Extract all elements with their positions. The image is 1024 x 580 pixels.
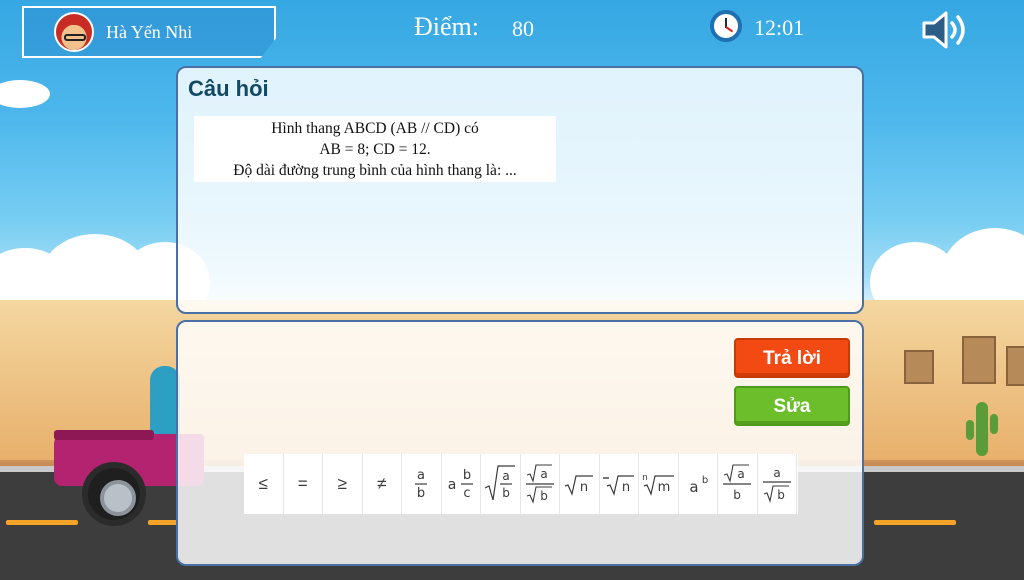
svg-text:b: b xyxy=(733,488,741,502)
question-line: Hình thang ABCD (AB // CD) có xyxy=(271,120,479,137)
fraction-icon: a b xyxy=(415,468,428,501)
user-avatar xyxy=(54,12,94,52)
svg-text:a: a xyxy=(738,467,745,481)
svg-text:a: a xyxy=(417,468,425,483)
math-symbol-toolbar: ≤ = ≥ ≠ a b a b c a b a b n n n m a b a … xyxy=(244,454,798,514)
equals-symbol: = xyxy=(297,474,308,493)
svg-text:b: b xyxy=(540,489,548,503)
countdown-timer: 12:01 xyxy=(754,15,805,40)
greater-equal-button[interactable]: ≥ xyxy=(323,454,363,514)
fraction-of-roots-icon: a b xyxy=(525,464,554,504)
svg-text:a: a xyxy=(503,469,510,483)
svg-text:a: a xyxy=(540,467,547,481)
svg-text:a: a xyxy=(689,478,698,496)
not-equal-button[interactable]: ≠ xyxy=(363,454,402,514)
greater-equal-symbol: ≥ xyxy=(337,474,347,493)
question-panel: Câu hỏi Hình thang ABCD (AB // CD) có AB… xyxy=(176,66,864,314)
number-over-root-icon: a b xyxy=(762,466,791,503)
desert-house xyxy=(962,336,996,384)
root-over-number-icon: a b xyxy=(723,464,752,502)
less-equal-symbol: ≤ xyxy=(258,474,268,493)
negative-root-button[interactable]: n xyxy=(600,454,639,514)
svg-text:b: b xyxy=(702,475,708,486)
svg-text:a: a xyxy=(773,466,780,480)
desert-house xyxy=(904,350,934,384)
lane-marking xyxy=(148,520,178,525)
number-over-root-button[interactable]: a b xyxy=(758,454,797,514)
fraction-button[interactable]: a b xyxy=(402,454,442,514)
power-button[interactable]: a b xyxy=(679,454,718,514)
user-name: Hà Yến Nhi xyxy=(106,22,193,42)
mixed-number-icon: a b c xyxy=(447,468,473,501)
clock-icon xyxy=(710,10,742,42)
question-text: Hình thang ABCD (AB // CD) có AB = 8; CD… xyxy=(194,116,556,182)
svg-text:b: b xyxy=(417,486,425,501)
root-over-number-button[interactable]: a b xyxy=(718,454,758,514)
nth-root-icon: n m xyxy=(642,473,675,496)
svg-text:a: a xyxy=(447,477,456,493)
score-label: Điểm: xyxy=(414,12,479,41)
lane-marking xyxy=(6,520,78,525)
score-value: 80 xyxy=(512,16,534,41)
question-heading: Câu hỏi xyxy=(188,76,269,101)
svg-text:n: n xyxy=(622,480,630,495)
equals-button[interactable]: = xyxy=(284,454,323,514)
fraction-of-roots-button[interactable]: a b xyxy=(521,454,560,514)
question-line: AB = 8; CD = 12. xyxy=(319,141,431,158)
svg-text:c: c xyxy=(463,486,470,501)
truck-wheel xyxy=(82,462,146,526)
mixed-number-button[interactable]: a b c xyxy=(442,454,481,514)
speaker-icon[interactable] xyxy=(920,10,974,50)
submit-answer-button[interactable]: Trả lời xyxy=(734,338,850,378)
square-root-button[interactable]: n xyxy=(560,454,600,514)
edit-answer-button[interactable]: Sửa xyxy=(734,386,850,426)
less-equal-button[interactable]: ≤ xyxy=(244,454,284,514)
svg-text:m: m xyxy=(658,480,671,495)
negative-root-icon: n xyxy=(602,475,634,496)
svg-text:b: b xyxy=(502,486,510,500)
cactus xyxy=(966,402,998,456)
answer-panel[interactable]: Trả lời Sửa ≤ = ≥ ≠ a b a b c a b a b n … xyxy=(176,320,864,566)
svg-text:n: n xyxy=(580,480,588,495)
sqrt-fraction-button[interactable]: a b xyxy=(481,454,521,514)
power-icon: a b xyxy=(689,475,708,496)
svg-text:n: n xyxy=(642,473,648,483)
small-cloud xyxy=(0,80,50,108)
svg-text:b: b xyxy=(777,488,785,502)
lane-marking xyxy=(874,520,956,525)
svg-text:b: b xyxy=(463,468,471,483)
sqrt-fraction-icon: a b xyxy=(484,465,516,501)
desert-house xyxy=(1006,346,1024,386)
nth-root-button[interactable]: n m xyxy=(639,454,679,514)
question-line: Độ dài đường trung bình của hình thang l… xyxy=(233,162,517,179)
square-root-icon: n xyxy=(565,475,594,496)
not-equal-symbol: ≠ xyxy=(377,474,387,493)
